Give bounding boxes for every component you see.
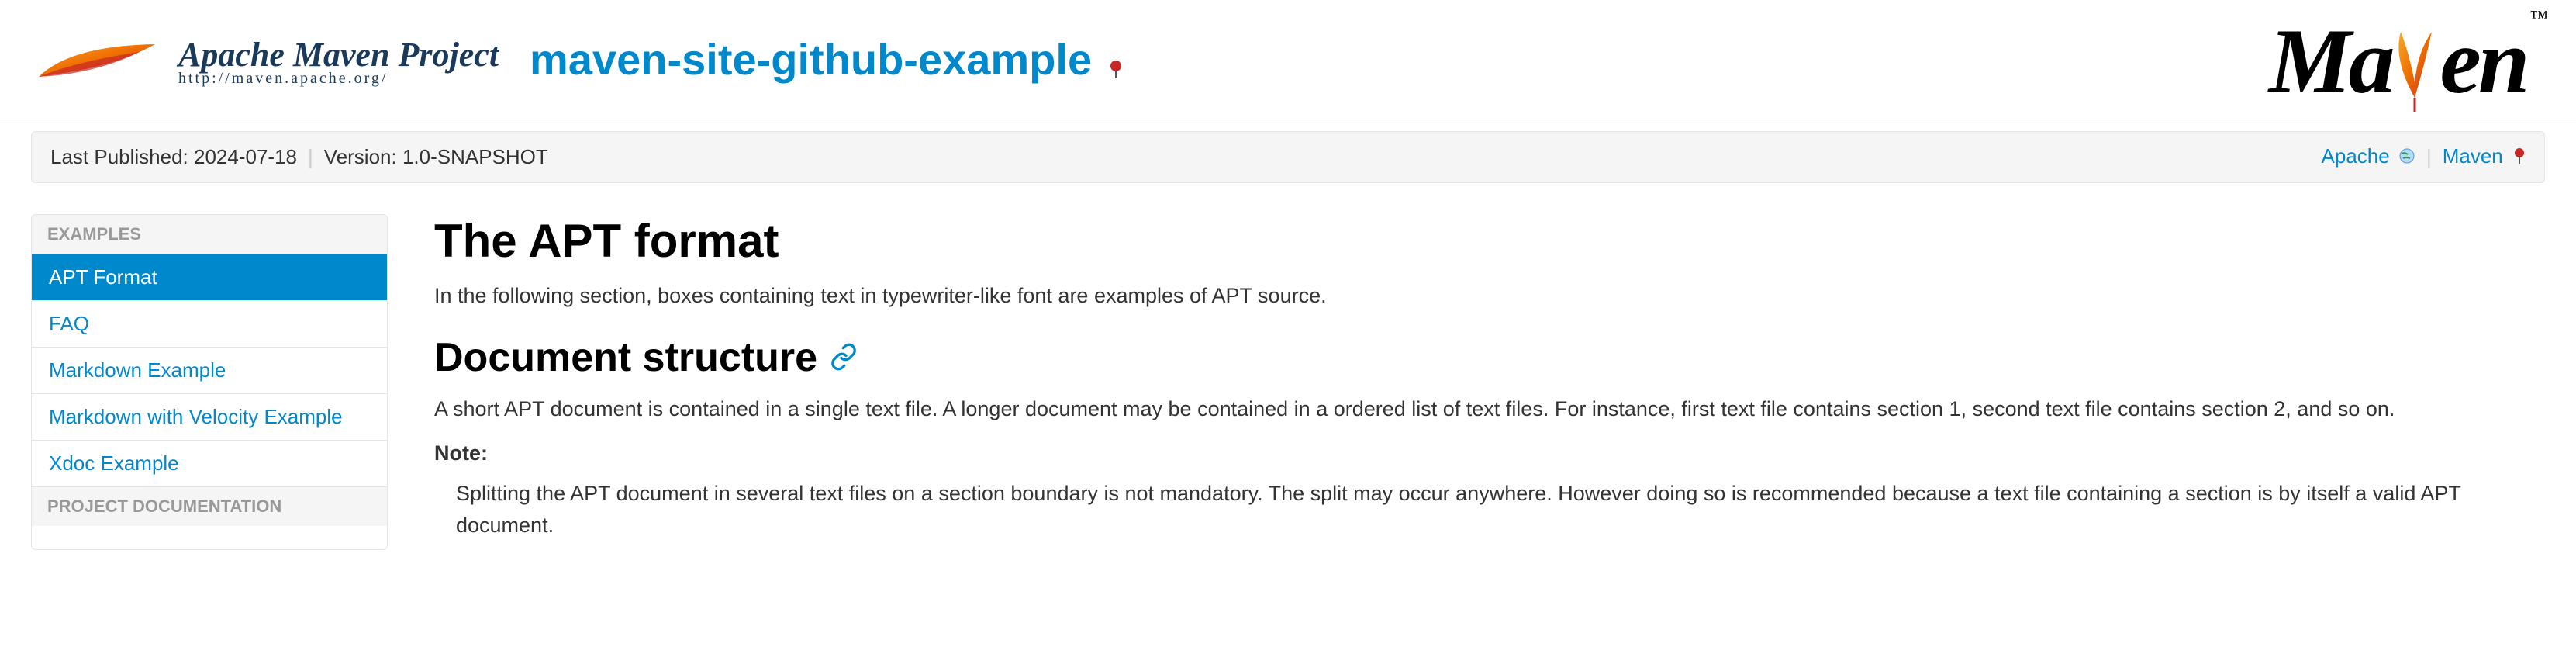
breadcrumb-left: Last Published: 2024-07-18 | Version: 1.…: [50, 145, 548, 169]
last-published: Last Published: 2024-07-18: [50, 145, 297, 169]
sidebar-item-markdown-example[interactable]: Markdown Example: [32, 347, 387, 393]
tm-mark: ™: [2529, 8, 2545, 28]
project-title: maven-site-github-example: [530, 35, 1092, 84]
sidebar-item-xdoc-example[interactable]: Xdoc Example: [32, 440, 387, 486]
apache-title: Apache Maven Project: [178, 35, 499, 74]
sidebar-section-header-project-doc: Project Documentation: [32, 486, 387, 526]
note-text: Splitting the APT document in several te…: [434, 478, 2545, 541]
breadcrumb-right: Apache | Maven: [2322, 144, 2526, 170]
maven-feather-icon: [2385, 28, 2446, 113]
content: The APT format In the following section,…: [434, 214, 2545, 551]
maven-logo-link[interactable]: Ma en™: [2269, 8, 2545, 115]
sidebar-item-faq[interactable]: FAQ: [32, 300, 387, 347]
sidebar: Examples APT Format FAQ Markdown Example…: [31, 214, 388, 551]
doc-structure-paragraph: A short APT document is contained in a s…: [434, 393, 2545, 425]
breadcrumb-link-apache[interactable]: Apache: [2322, 144, 2415, 170]
maven-logo-text: Ma en™: [2269, 8, 2545, 115]
sidebar-item-markdown-velocity[interactable]: Markdown with Velocity Example: [32, 393, 387, 440]
intro-paragraph: In the following section, boxes containi…: [434, 280, 2545, 312]
apache-text-block: Apache Maven Project http://maven.apache…: [178, 35, 499, 88]
apache-url: http://maven.apache.org/: [178, 70, 499, 88]
header-left: Apache Maven Project http://maven.apache…: [31, 34, 1123, 88]
page-title: The APT format: [434, 214, 2545, 268]
version-label: Version: 1.0-SNAPSHOT: [324, 145, 548, 169]
sidebar-section-header-examples: Examples: [32, 215, 387, 254]
breadcrumb-separator: |: [308, 145, 313, 169]
feather-icon: [31, 38, 171, 85]
header-right: Ma en™: [2269, 8, 2545, 115]
breadcrumb-bar: Last Published: 2024-07-18 | Version: 1.…: [31, 131, 2545, 183]
note-block: Note: Splitting the APT document in seve…: [434, 438, 2545, 541]
breadcrumb-separator: |: [2426, 145, 2432, 169]
pushpin-icon: [1109, 38, 1123, 88]
section-heading-document-structure: Document structure: [434, 334, 2545, 381]
apache-logo-link[interactable]: Apache Maven Project http://maven.apache…: [31, 35, 499, 88]
anchor-link-icon[interactable]: [830, 334, 858, 381]
breadcrumb-link-apache-label: Apache: [2322, 144, 2390, 168]
note-label: Note:: [434, 438, 2545, 469]
project-title-link[interactable]: maven-site-github-example: [530, 34, 1123, 88]
sidebar-item-apt-format[interactable]: APT Format: [32, 254, 387, 300]
main-layout: Examples APT Format FAQ Markdown Example…: [0, 183, 2576, 582]
breadcrumb-link-maven[interactable]: Maven: [2443, 144, 2526, 170]
breadcrumb-link-maven-label: Maven: [2443, 144, 2503, 168]
header: Apache Maven Project http://maven.apache…: [0, 0, 2576, 123]
globe-icon: [2398, 146, 2415, 170]
pushpin-icon: [2513, 146, 2526, 170]
section-heading-text: Document structure: [434, 334, 817, 381]
